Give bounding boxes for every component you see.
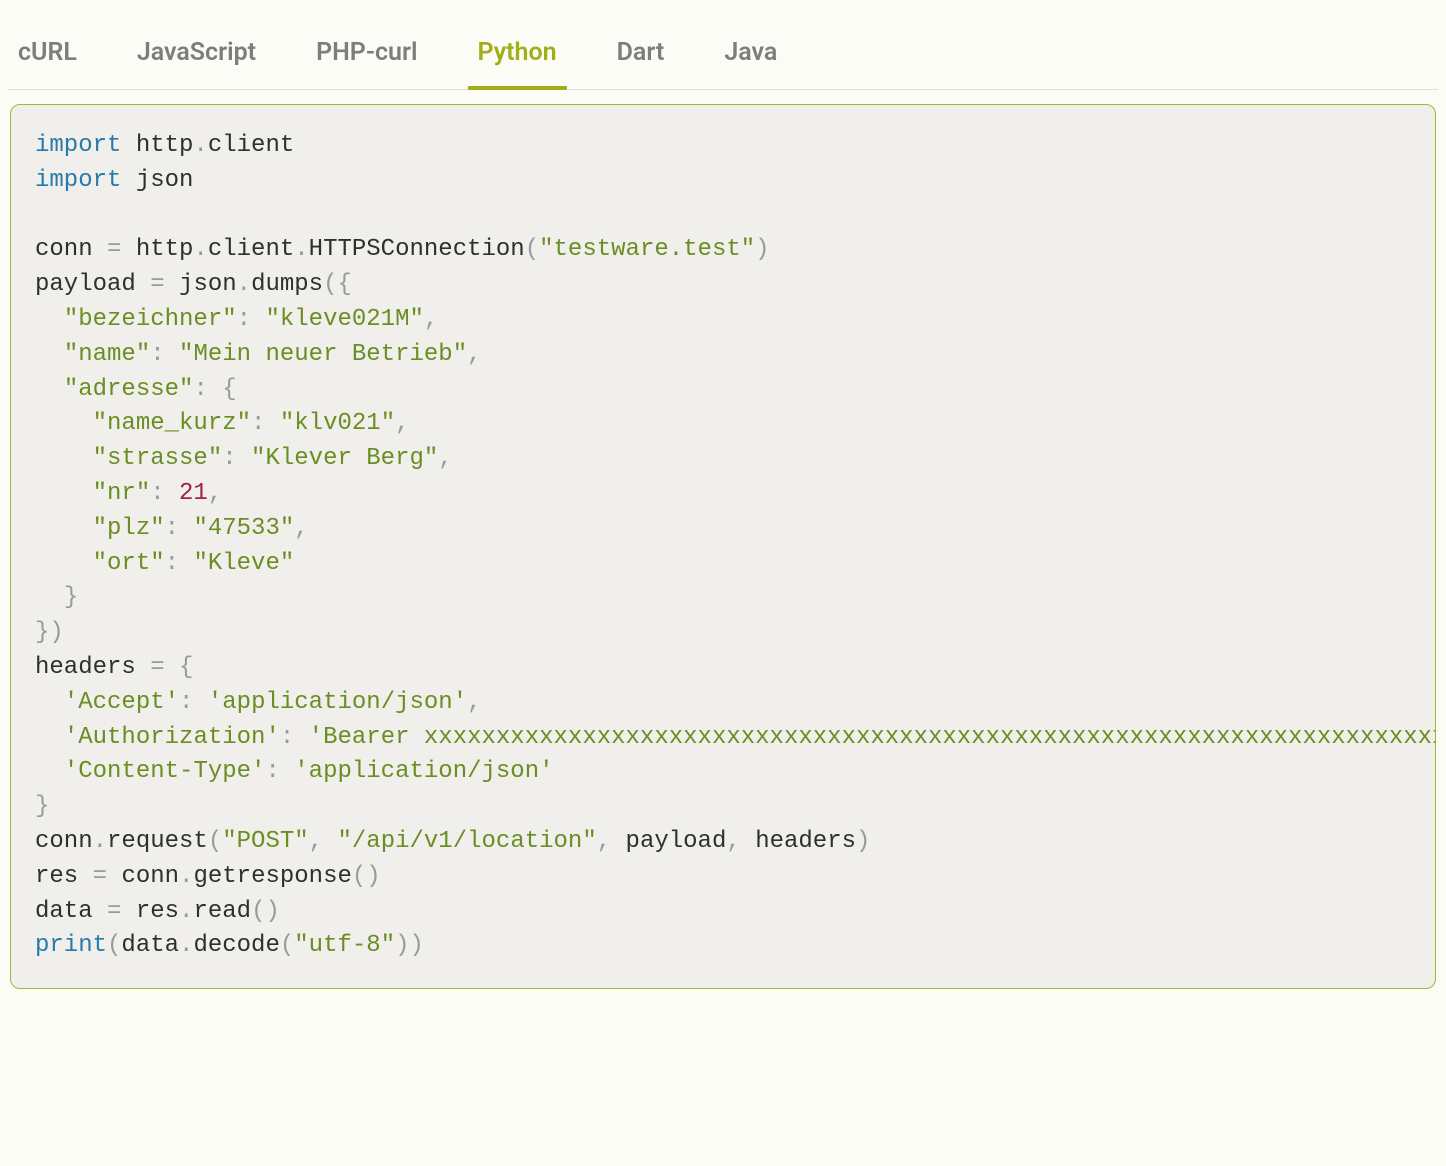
fn-httpsconnection: HTTPSConnection xyxy=(309,236,525,263)
adresse-plz: 47533 xyxy=(208,515,280,542)
var-data: data xyxy=(35,898,93,925)
encoding-string: utf-8 xyxy=(309,932,381,959)
http-method: POST xyxy=(237,828,295,855)
fn-request: request xyxy=(107,828,208,855)
hdr-ctype-val: application/json xyxy=(309,758,539,785)
hdr-auth-val: Bearer xxxxxxxxxxxxxxxxxxxxxxxxxxxxxxxxx… xyxy=(323,724,1436,751)
tab-java[interactable]: Java xyxy=(694,26,807,89)
payload-bezeichner: kleve021M xyxy=(280,306,410,333)
var-res: res xyxy=(35,863,78,890)
var-conn: conn xyxy=(35,236,93,263)
ref-client: client xyxy=(208,236,294,263)
adresse-ort: Kleve xyxy=(208,550,280,577)
var-payload: payload xyxy=(35,271,136,298)
fn-getresponse: getresponse xyxy=(193,863,351,890)
tab-php-curl[interactable]: PHP-curl xyxy=(286,26,447,89)
host-string: testware.test xyxy=(554,236,741,263)
ref-payload: payload xyxy=(626,828,727,855)
http-path: /api/v1/location xyxy=(352,828,582,855)
tab-javascript[interactable]: JavaScript xyxy=(107,26,286,89)
hdr-accept-val: application/json xyxy=(222,689,452,716)
tab-dart[interactable]: Dart xyxy=(587,26,695,89)
payload-name: Mein neuer Betrieb xyxy=(193,341,452,368)
ref-data: data xyxy=(121,932,179,959)
code-sample-python: import http.client import json conn = ht… xyxy=(10,104,1436,989)
language-tabs: cURL JavaScript PHP-curl Python Dart Jav… xyxy=(8,10,1438,90)
kw-import: import xyxy=(35,167,121,194)
module-client: client xyxy=(208,132,294,159)
var-headers: headers xyxy=(35,654,136,681)
hdr-auth-key: Authorization xyxy=(78,724,265,751)
fn-dumps: dumps xyxy=(251,271,323,298)
fn-read: read xyxy=(193,898,251,925)
ref-headers: headers xyxy=(755,828,856,855)
tab-curl[interactable]: cURL xyxy=(8,26,107,89)
hdr-ctype-key: Content-Type xyxy=(78,758,251,785)
module-http: http xyxy=(136,132,194,159)
ref-conn2: conn xyxy=(121,863,179,890)
module-json: json xyxy=(136,167,194,194)
adresse-strasse: Klever Berg xyxy=(265,445,423,472)
kw-import: import xyxy=(35,132,121,159)
fn-decode: decode xyxy=(193,932,279,959)
hdr-accept-key: Accept xyxy=(78,689,164,716)
ref-conn: conn xyxy=(35,828,93,855)
ref-http: http xyxy=(136,236,194,263)
kw-print: print xyxy=(35,932,107,959)
ref-res: res xyxy=(136,898,179,925)
adresse-nr: 21 xyxy=(179,480,208,507)
tab-python[interactable]: Python xyxy=(448,26,587,89)
ref-json: json xyxy=(179,271,237,298)
adresse-name-kurz: klv021 xyxy=(294,410,380,437)
